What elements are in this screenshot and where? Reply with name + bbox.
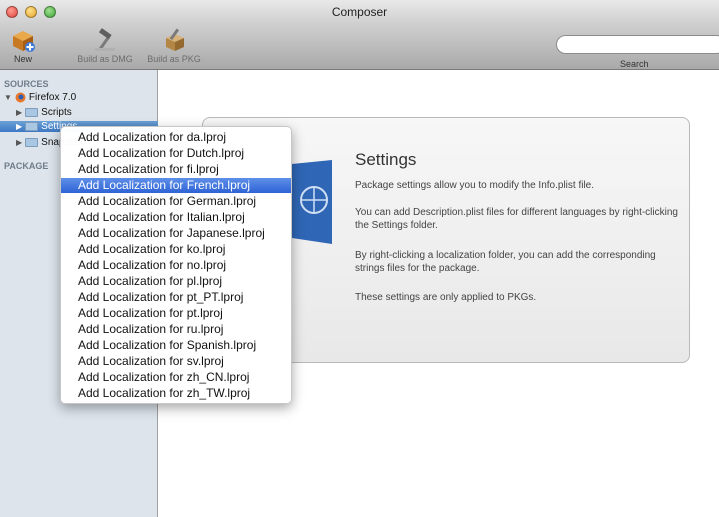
toolbar: New Build as DMG Build as PKG Search xyxy=(0,24,719,70)
disclosure-collapsed-icon[interactable]: ▶ xyxy=(16,108,22,117)
menu-item-pt-pt[interactable]: Add Localization for pt_PT.lproj xyxy=(61,290,291,305)
build-as-pkg-label: Build as PKG xyxy=(147,54,201,64)
build-as-pkg-button[interactable]: Build as PKG xyxy=(143,26,205,64)
menu-item-pl[interactable]: Add Localization for pl.lproj xyxy=(61,274,291,289)
panel-paragraph: Package settings allow you to modify the… xyxy=(355,180,595,191)
sidebar-item-scripts[interactable]: ▶ Scripts xyxy=(16,107,72,118)
panel-paragraph: These settings are only applied to PKGs. xyxy=(355,292,537,303)
menu-item-pt[interactable]: Add Localization for pt.lproj xyxy=(61,306,291,321)
menu-item-italian[interactable]: Add Localization for Italian.lproj xyxy=(61,210,291,225)
disclosure-collapsed-icon[interactable]: ▶ xyxy=(16,138,22,147)
folder-icon xyxy=(25,122,39,131)
sidebar-item-label: Firefox 7.0 xyxy=(28,92,77,103)
firefox-icon xyxy=(15,92,26,103)
new-button[interactable]: New xyxy=(8,26,38,64)
folder-icon xyxy=(25,138,39,147)
build-as-dmg-label: Build as DMG xyxy=(77,54,133,64)
menu-item-spanish[interactable]: Add Localization for Spanish.lproj xyxy=(61,338,291,353)
disclosure-collapsed-icon[interactable]: ▶ xyxy=(16,122,22,131)
context-menu: Add Localization for da.lproj Add Locali… xyxy=(60,126,292,404)
panel-paragraph: By right-clicking a localization folder,… xyxy=(355,250,656,274)
menu-item-ru[interactable]: Add Localization for ru.lproj xyxy=(61,322,291,337)
menu-item-sv[interactable]: Add Localization for sv.lproj xyxy=(61,354,291,369)
disclosure-expanded-icon[interactable]: ▼ xyxy=(4,93,12,102)
folder-icon xyxy=(25,108,39,117)
title-bar: Composer xyxy=(0,0,719,24)
menu-item-ko[interactable]: Add Localization for ko.lproj xyxy=(61,242,291,257)
build-as-dmg-button[interactable]: Build as DMG xyxy=(74,26,136,64)
menu-item-fi[interactable]: Add Localization for fi.lproj xyxy=(61,162,291,177)
new-button-label: New xyxy=(13,54,32,64)
sources-header: SOURCES xyxy=(4,79,49,89)
package-header: PACKAGE xyxy=(4,161,49,171)
search-input[interactable] xyxy=(556,35,719,54)
menu-item-no[interactable]: Add Localization for no.lproj xyxy=(61,258,291,273)
sidebar-item-firefox[interactable]: ▼ Firefox 7.0 xyxy=(4,92,76,103)
sidebar-item-label: Scripts xyxy=(41,107,72,118)
menu-item-zh-cn[interactable]: Add Localization for zh_CN.lproj xyxy=(61,370,291,385)
search-label: Search xyxy=(620,59,649,69)
package-hammer-icon xyxy=(166,28,184,51)
settings-emblem-icon xyxy=(292,160,332,244)
window-title: Composer xyxy=(331,5,388,19)
panel-paragraph: You can add Description.plist files for … xyxy=(355,207,678,231)
hammer-icon xyxy=(95,28,115,51)
menu-item-german[interactable]: Add Localization for German.lproj xyxy=(61,194,291,209)
menu-item-dutch[interactable]: Add Localization for Dutch.lproj xyxy=(61,146,291,161)
menu-item-japanese[interactable]: Add Localization for Japanese.lproj xyxy=(61,226,291,241)
panel-title: Settings xyxy=(355,150,417,169)
menu-item-da[interactable]: Add Localization for da.lproj xyxy=(61,130,291,145)
menu-item-zh-tw[interactable]: Add Localization for zh_TW.lproj xyxy=(61,386,291,401)
menu-item-french[interactable]: Add Localization for French.lproj xyxy=(61,178,291,193)
package-new-icon xyxy=(13,31,35,52)
